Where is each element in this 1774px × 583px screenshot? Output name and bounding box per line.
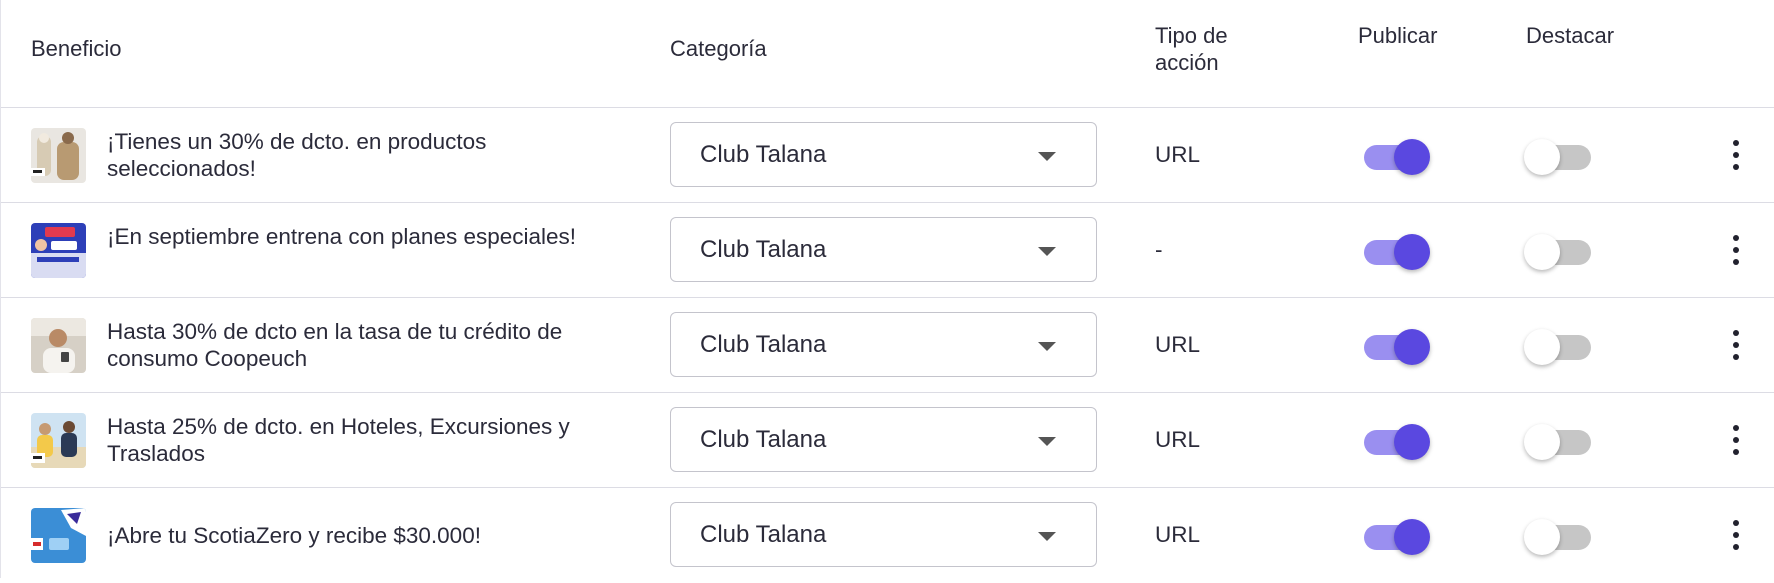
- table-header: Beneficio Categoría Tipo de acción Publi…: [1, 0, 1774, 108]
- column-header-categoria: Categoría: [670, 36, 767, 61]
- publish-toggle[interactable]: [1359, 230, 1433, 270]
- category-select[interactable]: Club Talana: [670, 407, 1097, 472]
- column-header-destacar: Destacar: [1526, 23, 1615, 48]
- table-row: ¡Tienes un 30% de dcto. en productos sel…: [1, 108, 1774, 203]
- publish-toggle-knob: [1394, 329, 1430, 365]
- action-type: URL: [1155, 332, 1201, 357]
- benefit-thumbnail: [31, 223, 86, 278]
- feature-toggle-knob: [1524, 329, 1560, 365]
- benefit-thumbnail: [31, 508, 86, 563]
- action-type: URL: [1155, 142, 1201, 167]
- feature-toggle-knob: [1524, 139, 1560, 175]
- publish-toggle[interactable]: [1359, 325, 1433, 365]
- category-select-value: Club Talana: [700, 426, 827, 453]
- category-select[interactable]: Club Talana: [670, 217, 1097, 282]
- more-vertical-icon[interactable]: [1721, 229, 1751, 271]
- table-row: Hasta 25% de dcto. en Hoteles, Excursion…: [1, 393, 1774, 488]
- chevron-down-icon: [1038, 437, 1056, 446]
- publish-toggle-knob: [1394, 139, 1430, 175]
- benefit-title: Hasta 25% de dcto. en Hoteles, Excursion…: [107, 414, 570, 466]
- column-header-beneficio: Beneficio: [31, 36, 122, 61]
- category-select-value: Club Talana: [700, 141, 827, 168]
- feature-toggle[interactable]: [1524, 515, 1598, 555]
- feature-toggle-knob: [1524, 424, 1560, 460]
- benefit-title: ¡Tienes un 30% de dcto. en productos sel…: [107, 129, 487, 181]
- category-select[interactable]: Club Talana: [670, 312, 1097, 377]
- feature-toggle[interactable]: [1524, 135, 1598, 175]
- publish-toggle[interactable]: [1359, 515, 1433, 555]
- column-header-publicar: Publicar: [1358, 23, 1438, 48]
- action-type: URL: [1155, 427, 1201, 452]
- feature-toggle[interactable]: [1524, 230, 1598, 270]
- benefit-title: Hasta 30% de dcto en la tasa de tu crédi…: [107, 319, 563, 371]
- publish-toggle[interactable]: [1359, 420, 1433, 460]
- benefit-thumbnail: [31, 413, 86, 468]
- benefit-title: ¡En septiembre entrena con planes especi…: [107, 224, 577, 249]
- more-vertical-icon[interactable]: [1721, 324, 1751, 366]
- more-vertical-icon[interactable]: [1721, 419, 1751, 461]
- benefit-title: ¡Abre tu ScotiaZero y recibe $30.000!: [107, 523, 481, 548]
- more-vertical-icon[interactable]: [1721, 514, 1751, 556]
- table-row: ¡En septiembre entrena con planes especi…: [1, 203, 1774, 298]
- publish-toggle-knob: [1394, 234, 1430, 270]
- chevron-down-icon: [1038, 247, 1056, 256]
- category-select-value: Club Talana: [700, 236, 827, 263]
- table-row: Hasta 30% de dcto en la tasa de tu crédi…: [1, 298, 1774, 393]
- column-header-tipo-accion: Tipo de acción: [1155, 23, 1228, 75]
- chevron-down-icon: [1038, 152, 1056, 161]
- benefits-table: Beneficio Categoría Tipo de acción Publi…: [0, 0, 1774, 578]
- publish-toggle[interactable]: [1359, 135, 1433, 175]
- table-row: ¡Abre tu ScotiaZero y recibe $30.000! Cl…: [1, 488, 1774, 583]
- chevron-down-icon: [1038, 342, 1056, 351]
- feature-toggle[interactable]: [1524, 325, 1598, 365]
- feature-toggle-knob: [1524, 234, 1560, 270]
- more-vertical-icon[interactable]: [1721, 134, 1751, 176]
- category-select[interactable]: Club Talana: [670, 122, 1097, 187]
- category-select[interactable]: Club Talana: [670, 502, 1097, 567]
- publish-toggle-knob: [1394, 424, 1430, 460]
- feature-toggle-knob: [1524, 519, 1560, 555]
- benefit-thumbnail: [31, 128, 86, 183]
- feature-toggle[interactable]: [1524, 420, 1598, 460]
- action-type: -: [1155, 237, 1163, 262]
- publish-toggle-knob: [1394, 519, 1430, 555]
- chevron-down-icon: [1038, 532, 1056, 541]
- benefit-thumbnail: [31, 318, 86, 373]
- action-type: URL: [1155, 522, 1201, 547]
- category-select-value: Club Talana: [700, 331, 827, 358]
- category-select-value: Club Talana: [700, 521, 827, 548]
